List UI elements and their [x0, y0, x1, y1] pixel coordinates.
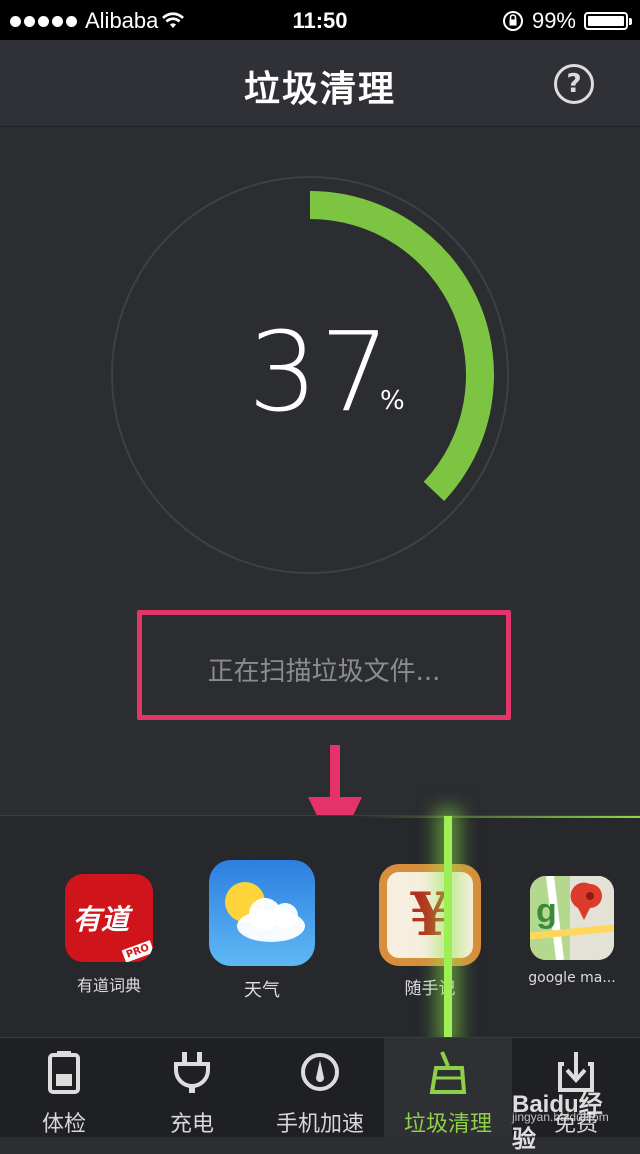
app-label: 随手记	[404, 979, 456, 999]
youdao-dict-icon: 有道 PRO	[65, 874, 153, 962]
weather-icon	[209, 860, 315, 966]
progress-readout: 37 %	[0, 308, 640, 436]
tab-checkup[interactable]: 体检	[0, 1038, 128, 1137]
battery-percent: 99%	[531, 8, 576, 33]
plug-icon	[174, 1052, 210, 1093]
tab-junk-clean[interactable]: 垃圾清理	[384, 1038, 512, 1137]
battery-info: 99%	[502, 8, 632, 34]
tab-label: 垃圾清理	[403, 1112, 492, 1137]
app-label: google ma...	[528, 970, 616, 986]
scan-status-text: 正在扫描垃圾文件...	[207, 657, 441, 687]
tab-label: 手机加速	[275, 1112, 364, 1137]
broom-icon	[429, 1051, 467, 1094]
app-item-weather: 天气	[208, 860, 316, 1002]
help-button[interactable]: ?	[554, 64, 594, 104]
nav-header: 垃圾清理 ?	[0, 40, 640, 127]
percent-sign: %	[380, 386, 405, 416]
app-item-youdao: 有道 PRO 有道词典	[64, 874, 154, 996]
watermark-url: jingyan.baidu.com	[512, 1110, 609, 1124]
app-item-google-maps: g google ma...	[528, 876, 616, 986]
svg-text:g: g	[536, 892, 557, 930]
speedometer-icon	[301, 1053, 339, 1091]
battery-icon	[48, 1051, 80, 1094]
suishouji-icon: ¥	[379, 864, 481, 966]
scan-status-box: 正在扫描垃圾文件...	[137, 610, 511, 720]
google-maps-icon: g	[530, 876, 614, 960]
baidu-jingyan-watermark: Baidu经验 jingyan.baidu.com	[512, 1080, 622, 1153]
rotation-lock-icon	[502, 11, 523, 31]
app-item-suishouji: ¥ 随手记	[378, 864, 482, 999]
battery-icon	[584, 12, 632, 30]
page-title: 垃圾清理	[243, 69, 396, 110]
tab-label: 充电	[169, 1112, 214, 1137]
app-scan-carousel: 有道 PRO 有道词典 天气 ¥ 随手记 g google ma...	[0, 815, 640, 1038]
app-label: 天气	[244, 980, 280, 1001]
scan-line	[444, 816, 452, 1038]
status-bar: Alibaba 11:50 99%	[0, 0, 640, 40]
tab-label: 体检	[41, 1112, 86, 1137]
progress-percent: 37	[248, 308, 392, 436]
tab-speedup[interactable]: 手机加速	[256, 1038, 384, 1137]
tab-charge[interactable]: 充电	[128, 1038, 256, 1137]
scan-line-top	[355, 816, 640, 818]
app-label: 有道词典	[76, 976, 141, 995]
